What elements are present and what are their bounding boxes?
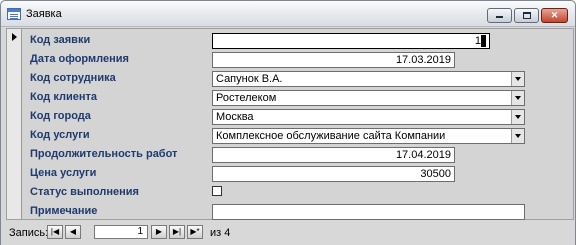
client-value: Ростелеком	[216, 92, 277, 104]
first-record-button[interactable]: |◀	[47, 225, 63, 239]
service-combo[interactable]: Комплексное обслуживание сайта Компании	[212, 128, 525, 144]
issue-date-field[interactable]: 17.03.2019	[212, 52, 455, 68]
service-value: Комплексное обслуживание сайта Компании	[216, 130, 446, 142]
next-record-button[interactable]: ▶	[151, 225, 167, 239]
minimize-button[interactable]	[487, 8, 512, 23]
status-checkbox[interactable]	[212, 186, 222, 196]
first-record-icon: |◀	[50, 227, 60, 236]
client-combo[interactable]: Ростелеком	[212, 90, 525, 106]
record-selector[interactable]	[7, 29, 22, 219]
previous-record-button[interactable]: ◀	[65, 225, 81, 239]
form-body: Код заявки 1 Дата оформления 17.03.2019 …	[6, 28, 574, 220]
note-label: Примечание	[30, 205, 98, 217]
maximize-icon	[522, 12, 531, 20]
text-cursor	[481, 35, 486, 47]
record-navigation-bar: Запись: |◀ ◀ 1 ▶ ▶| ▶* из 4	[1, 221, 575, 245]
city-dropdown-button[interactable]	[511, 110, 524, 124]
duration-label: Продолжительность работ	[30, 148, 178, 160]
issue-date-value: 17.03.2019	[395, 54, 451, 66]
city-label: Код города	[30, 110, 91, 122]
issue-date-label: Дата оформления	[30, 53, 129, 65]
price-label: Цена услуги	[30, 167, 97, 179]
form-window: Заявка ✕ Код заявки 1 Дата оформления 17…	[0, 0, 576, 245]
last-record-icon: ▶|	[172, 227, 182, 236]
close-button[interactable]: ✕	[541, 8, 568, 23]
employee-value: Сапунок В.А.	[216, 73, 283, 85]
last-record-button[interactable]: ▶|	[169, 225, 185, 239]
form-icon	[7, 8, 21, 20]
current-record-value: 1	[137, 226, 143, 237]
price-field[interactable]: 30500	[212, 166, 455, 182]
maximize-button[interactable]	[514, 8, 539, 23]
title-bar[interactable]: Заявка ✕	[1, 1, 575, 27]
duration-field[interactable]: 17.04.2019	[212, 147, 455, 163]
next-record-icon: ▶	[155, 227, 163, 236]
city-value: Москва	[216, 111, 254, 123]
order-id-label: Код заявки	[30, 34, 91, 46]
current-record-input[interactable]: 1	[94, 225, 148, 239]
new-record-button[interactable]: ▶*	[187, 225, 203, 239]
window-title: Заявка	[26, 8, 62, 20]
duration-value: 17.04.2019	[395, 149, 451, 161]
note-field[interactable]	[212, 204, 525, 220]
current-record-arrow-icon	[12, 33, 17, 41]
record-count: из 4	[210, 227, 231, 239]
vertical-scrollbar-area	[555, 29, 573, 219]
close-icon: ✕	[550, 10, 559, 20]
new-record-icon: ▶*	[190, 227, 200, 236]
record-label: Запись:	[9, 227, 49, 239]
employee-label: Код сотрудника	[30, 72, 116, 84]
client-label: Код клиента	[30, 91, 97, 103]
previous-record-icon: ◀	[69, 227, 77, 236]
status-label: Статус выполнения	[30, 186, 139, 198]
price-value: 30500	[420, 168, 451, 180]
employee-dropdown-button[interactable]	[511, 72, 524, 86]
minimize-icon	[496, 16, 503, 19]
service-label: Код услуги	[30, 129, 90, 141]
service-dropdown-button[interactable]	[511, 129, 524, 143]
client-dropdown-button[interactable]	[511, 91, 524, 105]
city-combo[interactable]: Москва	[212, 109, 525, 125]
employee-combo[interactable]: Сапунок В.А.	[212, 71, 525, 87]
order-id-field[interactable]: 1	[212, 33, 490, 49]
